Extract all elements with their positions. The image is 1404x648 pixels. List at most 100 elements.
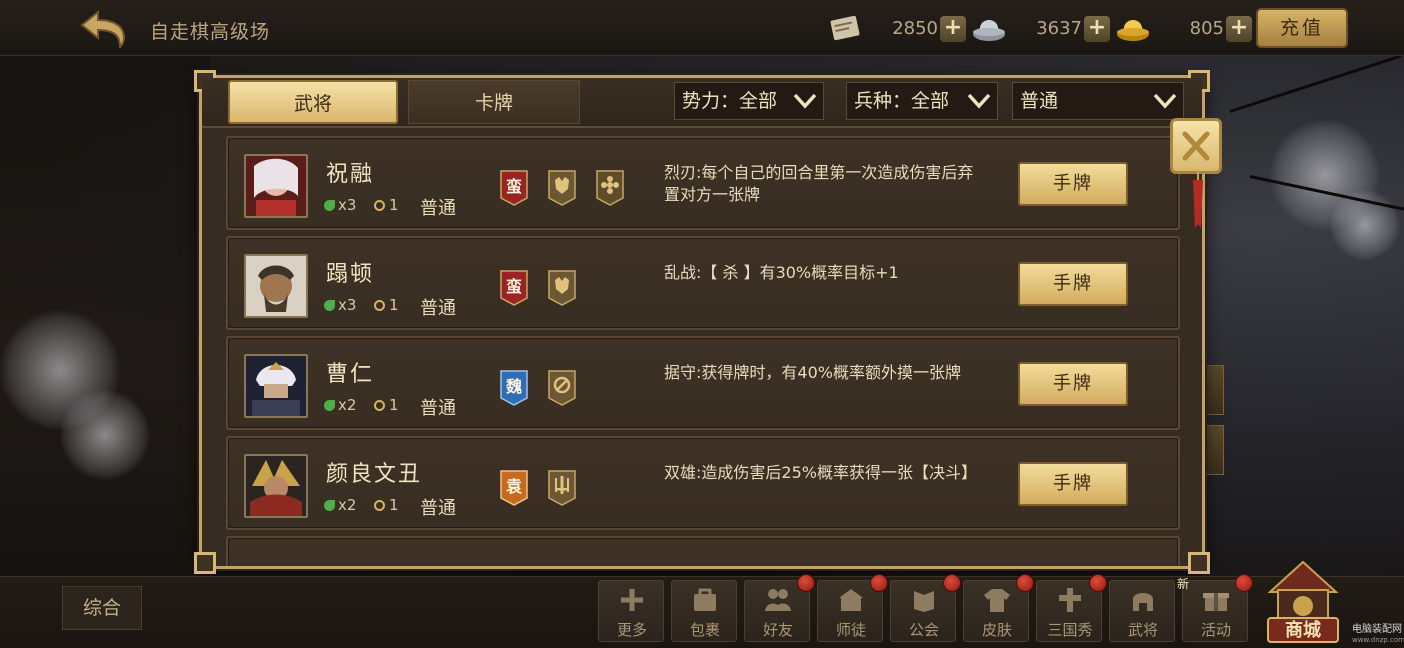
hero-count: x3 — [324, 196, 356, 214]
hero-count: x2 — [324, 496, 356, 514]
resource-value: 805 — [1189, 18, 1224, 39]
chevron-down-icon — [1153, 93, 1177, 109]
chevron-down-icon — [967, 93, 991, 109]
nav-label: 活动 — [1200, 621, 1231, 639]
shirt-icon — [984, 589, 1010, 612]
figure-icon — [1059, 588, 1081, 612]
faction-filter-label: 势力：全部 — [682, 90, 778, 112]
nav-bag-button[interactable]: 包裹 — [671, 580, 737, 642]
hero-row — [226, 536, 1180, 566]
copies-icon — [324, 500, 335, 511]
nav-more-button[interactable]: 更多 — [598, 580, 664, 642]
shop-button[interactable]: 商城 — [1260, 556, 1346, 644]
hand-card-button[interactable]: 手牌 — [1018, 162, 1128, 206]
scroll-icon — [826, 14, 864, 44]
hero-skill-description: 乱战:【 杀 】有30%概率目标+1 — [664, 263, 899, 282]
new-badge: 新 — [1177, 577, 1190, 591]
helmet-icon — [1133, 593, 1153, 611]
notification-dot — [1235, 574, 1253, 592]
hero-list[interactable]: 祝融 x3 1 普通 蛮 烈刃:每个自己的回合里第一次造成伤害后弃置对方一张牌 … — [226, 136, 1182, 566]
hero-cost: 1 — [374, 196, 399, 214]
silver-ingot-icon — [970, 14, 1008, 44]
tab-heroes[interactable]: 武将 — [228, 80, 398, 124]
panel-corner-ornament — [194, 552, 216, 574]
add-gold-button[interactable]: + — [1226, 16, 1252, 42]
hero-portrait[interactable] — [244, 254, 308, 318]
hero-list-panel: 武将 卡牌 势力：全部 兵种：全部 普通 祝融 x3 1 普通 蛮 烈刃:每个自… — [194, 70, 1210, 574]
nav-guild-button[interactable]: 公会 — [890, 574, 961, 642]
rarity-filter-label: 普通 — [1020, 90, 1059, 112]
coin-icon — [374, 500, 385, 511]
nav-friends-button[interactable]: 好友 — [744, 574, 815, 642]
shield-class-icon — [548, 370, 576, 406]
hero-portrait[interactable] — [244, 154, 308, 218]
mentor-icon — [839, 589, 863, 611]
troop-filter-label: 兵种：全部 — [854, 90, 950, 112]
nav-label: 包裹 — [689, 621, 720, 639]
add-scroll-button[interactable]: + — [940, 16, 966, 42]
bag-icon — [694, 588, 716, 611]
hero-rarity: 普通 — [420, 198, 456, 219]
hero-portrait[interactable] — [244, 454, 308, 518]
hand-card-button[interactable]: 手牌 — [1018, 362, 1128, 406]
hand-card-button[interactable]: 手牌 — [1018, 462, 1128, 506]
rarity-filter-dropdown[interactable]: 普通 — [1012, 82, 1184, 120]
nav-label: 好友 — [762, 621, 793, 639]
faction-badge: 蛮 — [500, 270, 528, 306]
copies-icon — [324, 300, 335, 311]
back-arrow-icon[interactable] — [78, 8, 130, 50]
hero-count: x3 — [324, 296, 356, 314]
notification-dot — [1089, 574, 1107, 592]
hero-name: 颜良文丑 — [326, 462, 423, 487]
chevron-down-icon — [793, 93, 817, 109]
notification-dot — [870, 574, 888, 592]
nav-label: 三国秀 — [1047, 621, 1093, 639]
nav-skin-button[interactable]: 皮肤 — [963, 574, 1034, 642]
top-bar: 自走棋高级场 2850 + 3637 + 805 + 充值 — [0, 0, 1404, 56]
hero-count: x2 — [324, 396, 356, 414]
hero-rarity: 普通 — [420, 398, 456, 419]
gift-icon — [1203, 593, 1229, 611]
resource-value: 2850 — [892, 18, 938, 39]
notification-dot — [1016, 574, 1034, 592]
tab-cards[interactable]: 卡牌 — [408, 80, 580, 124]
hero-skill-description: 烈刃:每个自己的回合里第一次造成伤害后弃置对方一张牌 — [664, 163, 974, 204]
tassel-decoration — [1193, 170, 1203, 228]
hero-row: 曹仁 x2 1 普通 魏 据守:获得牌时，有40%概率额外摸一张牌 手牌 — [226, 336, 1180, 430]
nav-events-button[interactable]: 活动 新 — [1177, 574, 1253, 642]
nav-label: 师徒 — [835, 621, 866, 639]
page-title: 自走棋高级场 — [150, 21, 271, 43]
plus-icon — [621, 589, 643, 611]
hero-portrait[interactable] — [244, 354, 308, 418]
faction-badge: 蛮 — [500, 170, 528, 206]
recharge-button[interactable]: 充值 — [1256, 8, 1348, 48]
hero-row: 颜良文丑 x2 1 普通 袁 双雄:造成伤害后25%概率获得一张【决斗】 手牌 — [226, 436, 1180, 530]
hero-rarity: 普通 — [420, 298, 456, 319]
hero-cost: 1 — [374, 496, 399, 514]
resource-silver: 3637 + — [970, 14, 1114, 44]
summary-button[interactable]: 综合 — [62, 586, 142, 630]
nav-mentor-button[interactable]: 师徒 — [817, 574, 888, 642]
coin-icon — [374, 400, 385, 411]
copies-icon — [324, 400, 335, 411]
nav-showcase-button[interactable]: 三国秀 — [1036, 574, 1107, 642]
hero-skill-description: 据守:获得牌时，有40%概率额外摸一张牌 — [664, 363, 961, 382]
troop-filter-dropdown[interactable]: 兵种：全部 — [846, 82, 998, 120]
hand-card-button[interactable]: 手牌 — [1018, 262, 1128, 306]
tab-bar: 武将 卡牌 势力：全部 兵种：全部 普通 — [202, 78, 1202, 128]
guild-icon — [914, 591, 934, 612]
flower-class-icon — [596, 170, 624, 206]
beast-class-icon — [548, 270, 576, 306]
resource-value: 3637 — [1036, 18, 1082, 39]
nav-label: 皮肤 — [981, 621, 1012, 639]
faction-filter-dropdown[interactable]: 势力：全部 — [674, 82, 824, 120]
add-silver-button[interactable]: + — [1084, 16, 1110, 42]
panel-corner-ornament — [1188, 552, 1210, 574]
nav-heroes-button[interactable]: 武将 — [1109, 580, 1175, 642]
hero-skill-description: 双雄:造成伤害后25%概率获得一张【决斗】 — [664, 463, 977, 482]
hero-cost: 1 — [374, 396, 399, 414]
beast-class-icon — [548, 170, 576, 206]
sword-class-icon — [548, 470, 576, 506]
close-button[interactable] — [1170, 118, 1222, 174]
coin-icon — [374, 200, 385, 211]
